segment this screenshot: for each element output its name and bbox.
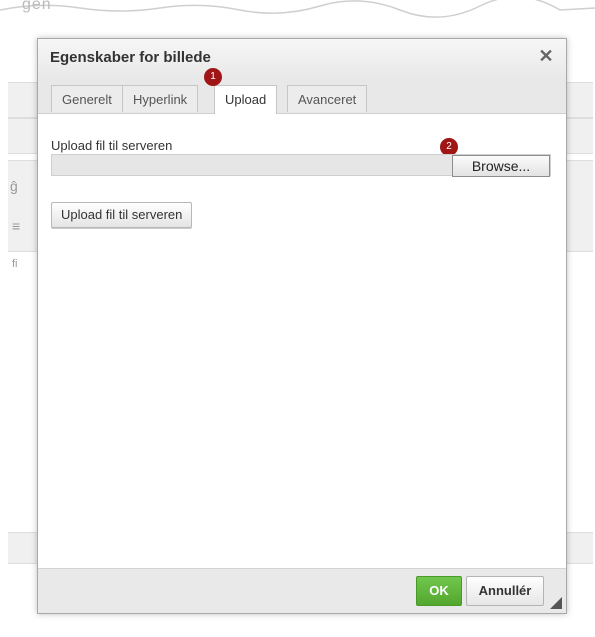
step-badge-1: 1 xyxy=(204,68,222,86)
tab-avanceret[interactable]: Avanceret xyxy=(287,85,368,112)
background-glyph: ≡ xyxy=(12,218,21,234)
resize-handle-icon[interactable] xyxy=(550,597,562,609)
tab-generelt[interactable]: Generelt xyxy=(51,85,123,112)
tab-hyperlink[interactable]: Hyperlink xyxy=(122,85,199,112)
ok-button[interactable]: OK xyxy=(416,576,462,606)
file-input[interactable]: Browse... xyxy=(51,154,551,177)
dialog-titlebar[interactable]: Egenskaber for billede ✕ xyxy=(38,39,566,77)
image-properties-dialog: Egenskaber for billede ✕ Generelt Hyperl… xyxy=(37,38,567,614)
dialog-footer: OK Annullér xyxy=(38,568,566,613)
upload-to-server-button[interactable]: Upload fil til serveren xyxy=(51,202,193,228)
background-glyph: fi xyxy=(12,258,18,270)
background-heading: gen xyxy=(22,0,52,13)
tab-bar: Generelt Hyperlink Upload Avanceret 1 xyxy=(38,68,566,114)
dialog-title: Egenskaber for billede xyxy=(50,49,211,66)
tab-upload[interactable]: Upload xyxy=(214,85,278,114)
torn-paper-edge xyxy=(0,0,595,18)
background-glyph: ĝ xyxy=(10,178,18,194)
upload-panel: Upload fil til serveren 2 Browse... Uplo… xyxy=(38,114,566,569)
upload-field-label: Upload fil til serveren xyxy=(51,138,173,153)
browse-button[interactable]: Browse... xyxy=(452,155,550,177)
close-icon[interactable]: ✕ xyxy=(536,46,556,66)
cancel-button[interactable]: Annullér xyxy=(466,576,544,606)
